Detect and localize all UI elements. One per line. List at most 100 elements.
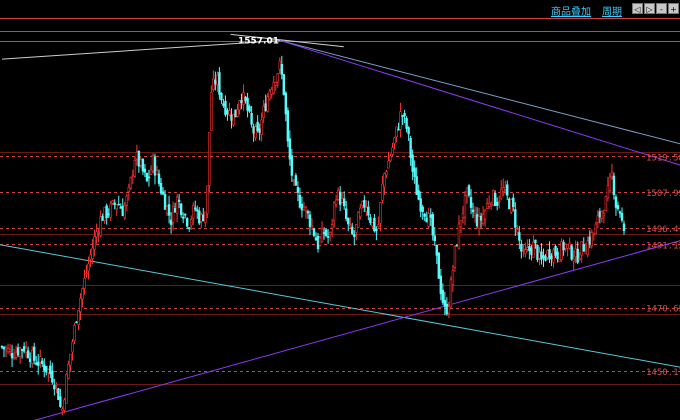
candle-body [578, 258, 581, 261]
candle-body [228, 110, 231, 116]
candle-body [105, 205, 108, 218]
channel-purple-upper [280, 40, 680, 166]
candle-body [409, 138, 412, 159]
candle-body [516, 229, 519, 233]
candle-body [310, 225, 314, 227]
candle-body [51, 370, 54, 383]
candle-body [387, 160, 390, 169]
candle-body [612, 175, 616, 196]
zoom-in-button[interactable]: + [668, 3, 679, 14]
candle-body [119, 206, 122, 209]
scroll-left-button[interactable]: ◁ [632, 3, 643, 14]
candle-body [240, 99, 243, 103]
candle-body [504, 186, 507, 190]
candle-body [121, 205, 124, 217]
candle-body [526, 247, 529, 250]
candle-body [576, 248, 579, 263]
candle-body [530, 247, 533, 255]
candle-body [570, 245, 573, 260]
candle-body [2, 346, 6, 350]
candle-body [548, 249, 551, 260]
candle-body [14, 351, 18, 358]
candle-body [481, 214, 485, 224]
candle-body [435, 244, 438, 256]
candle-body [135, 151, 139, 160]
candle-body [260, 119, 263, 135]
candle-body [268, 90, 271, 100]
candle-body [318, 237, 322, 246]
candle-body [206, 185, 209, 215]
candle-body [216, 74, 219, 86]
candle-body [584, 251, 587, 255]
candle-body [614, 196, 618, 208]
candle-body [328, 231, 332, 236]
candle-body [127, 187, 131, 193]
candle-body [403, 113, 406, 117]
candle-body [552, 249, 555, 263]
candle-body [600, 211, 604, 219]
candle-body [4, 347, 8, 351]
toolbar: 商品叠加 周期 ◁ ▷ - + [0, 0, 680, 18]
candle-body [399, 111, 402, 130]
candle-body [622, 223, 626, 232]
channel-purple-lower [33, 240, 680, 420]
candle-body [192, 205, 195, 219]
candle-body [63, 399, 66, 411]
candle-body [165, 205, 169, 214]
candle-body [475, 214, 479, 227]
candle-body [262, 106, 265, 119]
candle-body [602, 213, 606, 217]
candle-body [379, 202, 382, 224]
candle-body [508, 198, 511, 210]
candle-body [117, 203, 120, 206]
candle-body [190, 219, 193, 226]
candle-body [349, 224, 352, 227]
candle-body [334, 199, 338, 205]
candle-body [28, 358, 32, 363]
candle-body [194, 207, 197, 210]
scroll-right-button[interactable]: ▷ [644, 3, 655, 14]
candle-body [125, 195, 129, 206]
candle-body [280, 64, 283, 75]
candle-body [39, 356, 42, 363]
candle-body [250, 113, 253, 125]
candle-body [147, 176, 151, 179]
candle-body [465, 187, 469, 197]
candle-body [151, 155, 155, 172]
candle-body [558, 259, 561, 263]
candle-body [330, 224, 334, 229]
zoom-out-button[interactable]: - [656, 3, 667, 14]
candle-body [592, 232, 596, 235]
candle-body [155, 170, 159, 175]
candle-body [393, 137, 396, 144]
candle-body [459, 220, 463, 228]
period-button[interactable]: 周期 [602, 3, 622, 18]
candle-body [536, 245, 539, 260]
candle-body [95, 231, 98, 238]
candle-body [336, 189, 340, 200]
candle-body [419, 198, 422, 212]
candle-body [87, 263, 90, 272]
candle-body [300, 203, 304, 211]
candle-body [326, 236, 330, 238]
candle-body [604, 196, 608, 212]
candle-body [510, 199, 513, 213]
overlay-button[interactable]: 商品叠加 [551, 3, 591, 18]
candle-body [449, 279, 453, 308]
candle-body [133, 159, 137, 177]
candle-body [16, 347, 20, 356]
candle-body [57, 388, 60, 401]
candle-body [546, 250, 549, 258]
candle-body [433, 235, 436, 241]
candle-body [159, 183, 163, 194]
candle-body [461, 213, 465, 219]
candle-body [286, 110, 290, 142]
candle-body [47, 369, 50, 373]
candle-body [163, 193, 167, 210]
candle-body [421, 206, 424, 212]
price-chart[interactable]: 1519.58 1507.99 1496.41 1491.12 1470.65 1450.… [0, 0, 680, 420]
candle-body [222, 103, 225, 106]
candle-body [71, 341, 74, 353]
candle-body [391, 147, 394, 155]
candle-body [371, 222, 374, 227]
